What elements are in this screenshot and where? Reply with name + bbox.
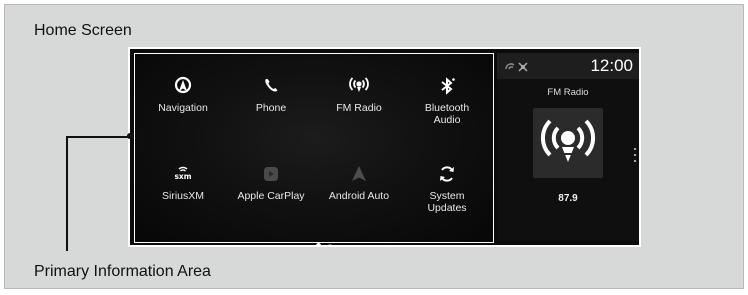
app-tile-phone[interactable]: Phone bbox=[226, 64, 316, 144]
app-label: Bluetooth Audio bbox=[424, 102, 470, 126]
app-label: Apple CarPlay bbox=[237, 190, 305, 202]
svg-text:sxm: sxm bbox=[174, 172, 191, 181]
connectivity-status-icon bbox=[505, 62, 528, 72]
radio-icon bbox=[347, 74, 371, 98]
home-app-grid: Navigation Phone FM Radio Bluetooth Audi… bbox=[134, 53, 494, 245]
app-tile-android-auto[interactable]: Android Auto bbox=[314, 152, 404, 232]
app-label: FM Radio bbox=[336, 102, 382, 114]
siriusxm-icon: sxm bbox=[171, 162, 195, 186]
callout-pointer-dot bbox=[127, 133, 133, 139]
primary-info-panel[interactable]: 12:00 FM Radio 87.9 bbox=[497, 53, 639, 241]
home-screen-caption: Home Screen bbox=[34, 22, 132, 39]
app-label: Navigation bbox=[158, 102, 208, 114]
app-label: SiriusXM bbox=[161, 190, 204, 202]
status-bar: 12:00 bbox=[497, 53, 639, 79]
page-dot bbox=[304, 244, 310, 245]
clock: 12:00 bbox=[590, 56, 633, 75]
android-auto-icon bbox=[347, 162, 371, 186]
figure-frame: Home Screen Navigation Phone FM Radio Bl… bbox=[4, 4, 744, 289]
bluetooth-icon bbox=[435, 74, 459, 98]
callout-leader-vertical bbox=[66, 136, 68, 251]
page-dot-active bbox=[316, 243, 322, 245]
status-icons bbox=[505, 59, 535, 77]
primary-info-area-caption: Primary Information Area bbox=[34, 263, 211, 280]
app-tile-fm-radio[interactable]: FM Radio bbox=[314, 64, 404, 144]
app-label: Android Auto bbox=[328, 190, 390, 202]
page-dot bbox=[327, 243, 332, 245]
navigation-icon bbox=[171, 74, 195, 98]
phone-icon bbox=[259, 74, 283, 98]
app-tile-apple-carplay[interactable]: Apple CarPlay bbox=[226, 152, 316, 232]
page-indicator[interactable] bbox=[303, 237, 333, 245]
more-options-handle[interactable] bbox=[634, 148, 637, 164]
app-tile-system-updates[interactable]: System Updates bbox=[402, 152, 492, 232]
app-label: System Updates bbox=[427, 190, 467, 214]
source-title: FM Radio bbox=[547, 87, 589, 98]
callout-leader-horizontal bbox=[66, 136, 130, 138]
radio-frequency: 87.9 bbox=[558, 193, 578, 204]
system-updates-icon bbox=[435, 162, 459, 186]
app-tile-siriusxm[interactable]: sxm SiriusXM bbox=[138, 152, 228, 232]
fm-radio-artwork bbox=[533, 108, 603, 178]
radio-broadcast-icon bbox=[540, 119, 596, 162]
head-unit-display: Navigation Phone FM Radio Bluetooth Audi… bbox=[128, 47, 641, 247]
carplay-icon bbox=[259, 162, 283, 186]
app-label: Phone bbox=[255, 102, 287, 114]
app-tile-navigation[interactable]: Navigation bbox=[138, 64, 228, 144]
app-tile-bluetooth-audio[interactable]: Bluetooth Audio bbox=[402, 64, 492, 144]
